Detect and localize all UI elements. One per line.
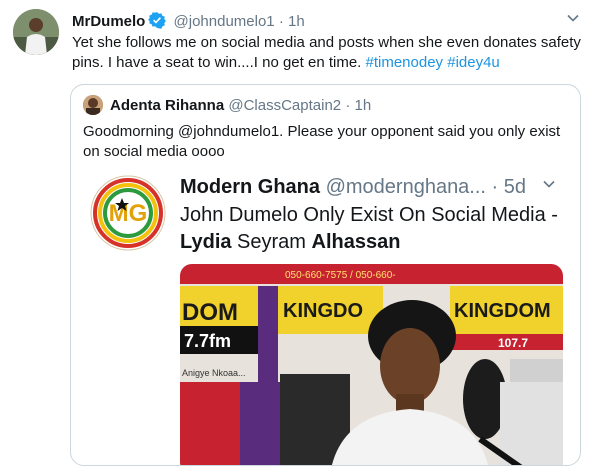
card-source-name[interactable]: Modern Ghana (180, 176, 320, 198)
card-title: John Dumelo Only Exist On Social Media -… (180, 202, 565, 256)
card-title-name: Alhassan (311, 231, 401, 253)
chevron-down-icon[interactable] (542, 174, 556, 197)
separator-dot: · (491, 176, 499, 198)
hashtag-link[interactable]: #idey4u (447, 54, 500, 71)
quote-text: Goodmorning @johndumelo1. Please your op… (83, 123, 561, 160)
chevron-down-icon[interactable] (566, 11, 580, 30)
separator-dot: · (278, 13, 284, 30)
logo-text: MG (109, 200, 148, 227)
card-title-text: John Dumelo Only Exist On Social Media - (180, 204, 558, 226)
separator-dot: · (345, 97, 351, 114)
card-photo[interactable]: 050-660-7575 / 050-660- DOM 7.7fm KINGDO… (180, 264, 563, 465)
card-time[interactable]: 5d (504, 176, 526, 198)
tweet-text: Yet she follows me on social media and p… (72, 33, 582, 73)
tweet-text-body: Yet she follows me on social media and p… (72, 34, 581, 71)
nested-quoted-tweet[interactable]: MG Modern Ghana @modernghana... · 5d Joh… (83, 168, 567, 465)
quote-author-avatar[interactable] (83, 95, 103, 115)
author-handle[interactable]: @johndumelo1 (174, 13, 275, 30)
photo-frequency-left: 7.7fm (184, 331, 231, 351)
quote-time[interactable]: 1h (354, 97, 371, 114)
tweet-time[interactable]: 1h (288, 13, 305, 30)
quoted-tweet[interactable]: Adenta Rihanna @ClassCaptain2 · 1h Goodm… (70, 84, 581, 466)
author-avatar[interactable] (13, 9, 59, 55)
card-source-handle[interactable]: @modernghana... (326, 176, 486, 198)
card-header: Modern Ghana @modernghana... · 5d (180, 174, 556, 199)
tweet-header: MrDumelo @johndumelo1 · 1h (72, 11, 305, 33)
quote-author-handle[interactable]: @ClassCaptain2 (228, 97, 341, 114)
photo-banner-left: DOM (182, 299, 238, 326)
verified-badge-icon (148, 11, 167, 33)
card-title-name: Seyram (231, 231, 312, 253)
photo-phone-text: 050-660-7575 / 050-660- (285, 270, 396, 281)
quote-author-name[interactable]: Adenta Rihanna (110, 97, 224, 114)
photo-frequency-right: 107.7 (498, 336, 528, 350)
photo-banner-right: KINGDOM (454, 300, 551, 322)
hashtag-link[interactable]: #timenodey (366, 54, 444, 71)
quote-header: Adenta Rihanna @ClassCaptain2 · 1h (110, 97, 371, 114)
modern-ghana-logo[interactable]: MG (89, 174, 167, 252)
author-name[interactable]: MrDumelo (72, 13, 145, 30)
photo-caption: Anigye Nkoaa... (182, 368, 246, 378)
photo-banner-mid: KINGDO (283, 300, 363, 322)
card-title-name: Lydia (180, 231, 232, 253)
tweet[interactable]: MrDumelo @johndumelo1 · 1h Yet she follo… (0, 0, 598, 471)
